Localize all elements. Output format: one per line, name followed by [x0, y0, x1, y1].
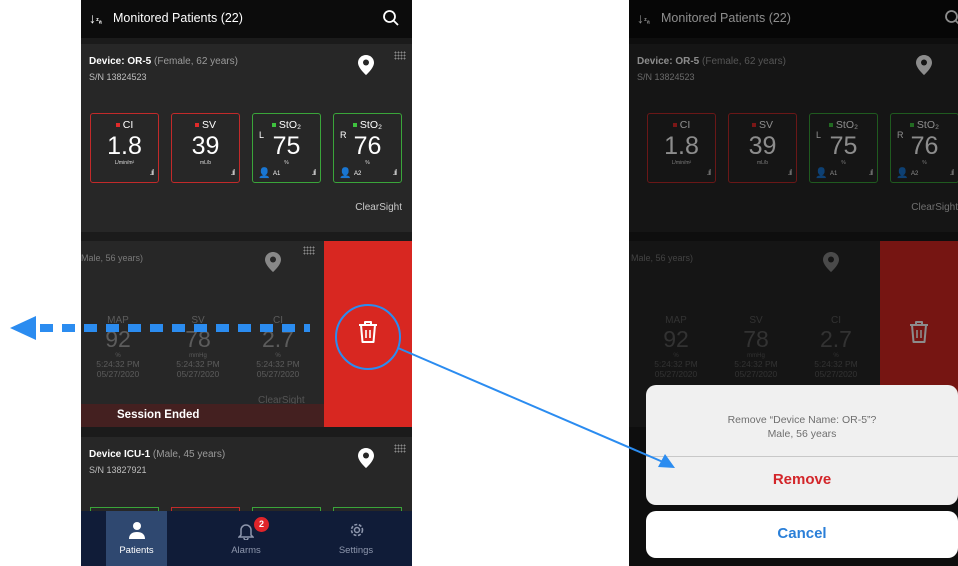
annotation-overlay — [10, 304, 675, 468]
connector-arrow — [397, 347, 675, 468]
tap-highlight-circle — [335, 304, 401, 370]
swipe-left-arrow — [10, 316, 310, 340]
